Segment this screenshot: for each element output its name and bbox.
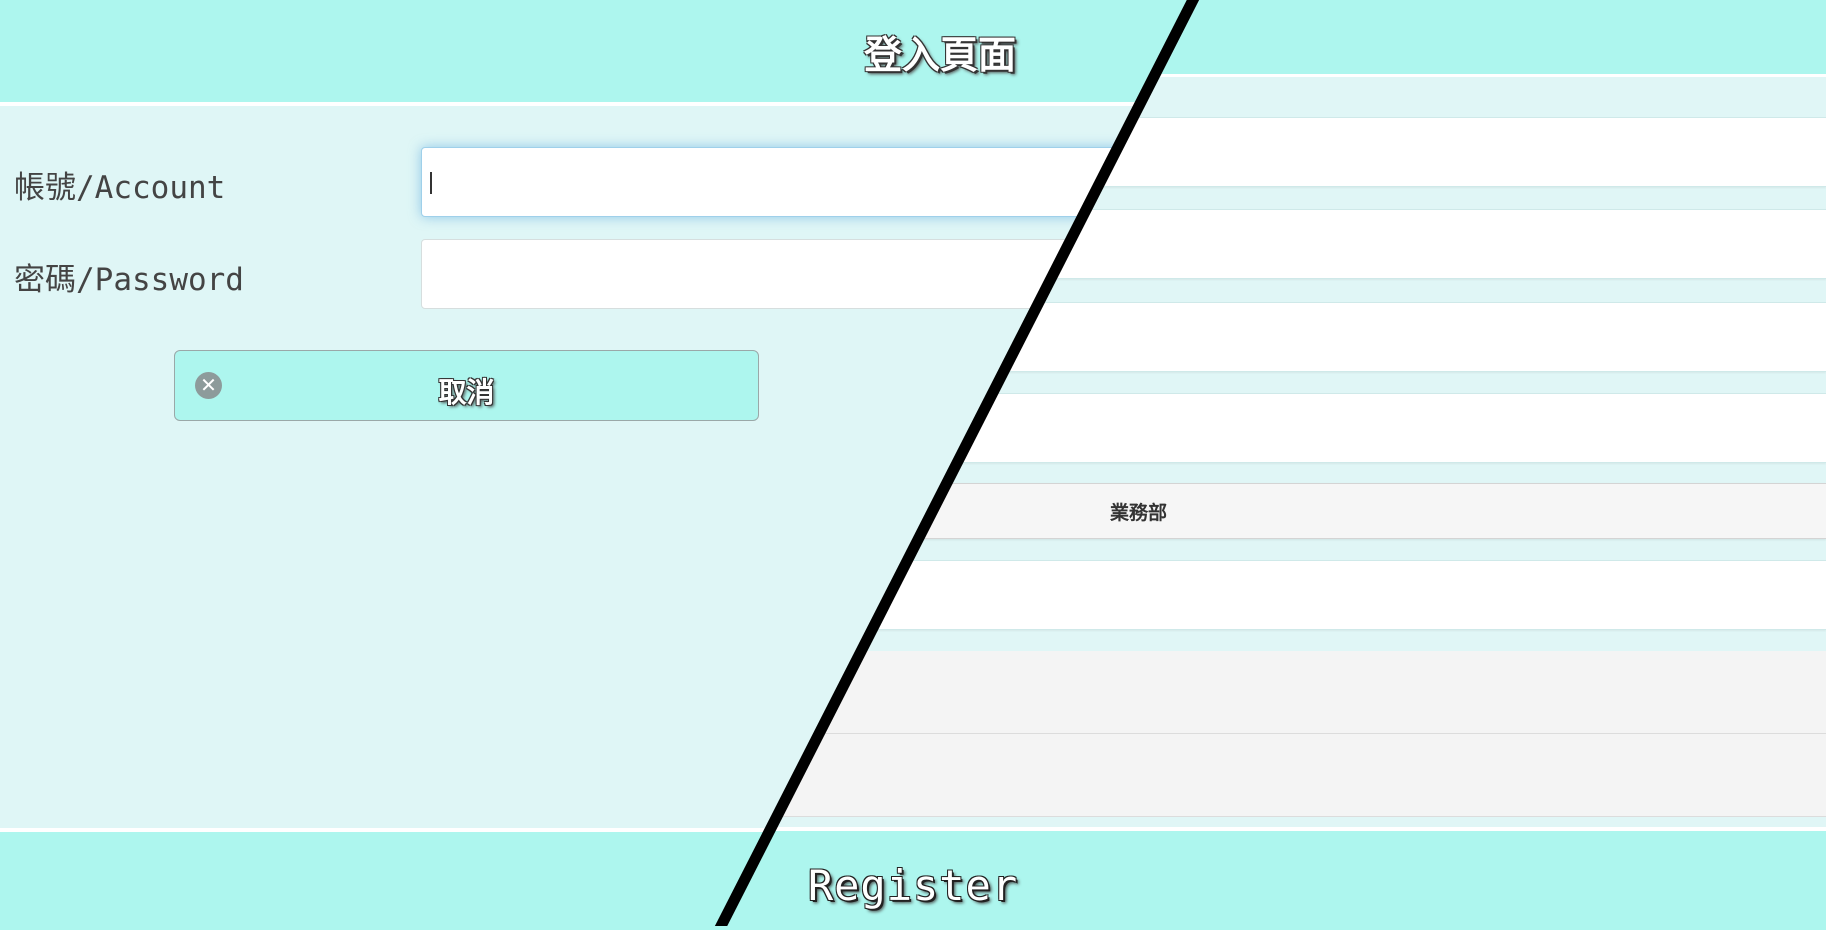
account-label: 帳號/Account [14, 170, 226, 206]
password-label: 密碼/Password [14, 262, 244, 298]
cancel-button[interactable]: ✕ 取消 [174, 350, 759, 421]
department-select-value: 業務部 [1110, 502, 1168, 524]
text-caret [430, 172, 432, 194]
cancel-button-label: 取消 [438, 376, 495, 409]
